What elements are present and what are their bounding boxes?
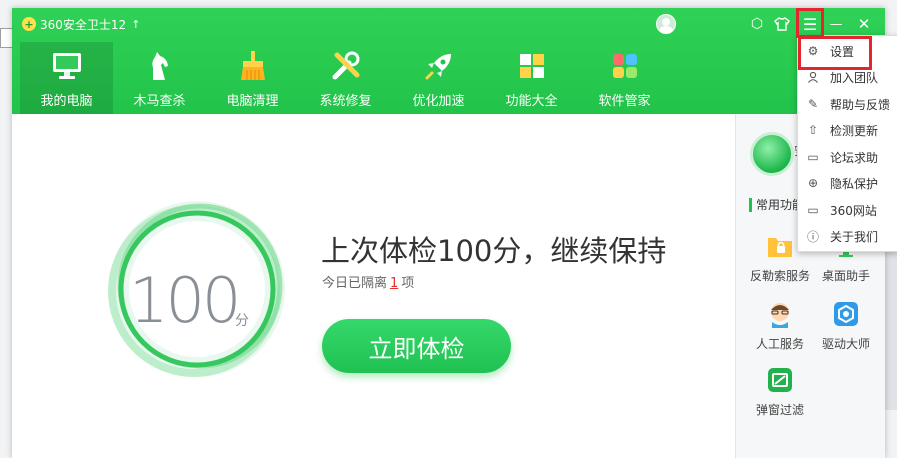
popup-filter-icon	[766, 366, 794, 394]
menu-item-about-us[interactable]: ⓘ 关于我们	[798, 223, 897, 249]
tool-label: 人工服务	[755, 337, 804, 351]
menu-item-label: 关于我们	[830, 229, 879, 244]
tool-human-service[interactable]: 人工服务	[748, 300, 812, 352]
tool-label: 桌面助手	[821, 269, 870, 283]
nav-label: 软件管家	[598, 94, 651, 109]
nav-label: 功能大全	[505, 94, 558, 109]
header-bar: + 360安全卫士12 ↑ ⬡ ☰ — ✕ 我的电脑 木马查杀 电脑清理 系统修…	[12, 8, 885, 114]
user-avatar[interactable]	[656, 14, 676, 34]
menu-item-label: 隐私保护	[830, 176, 879, 191]
update-arrow-icon: ⇧	[807, 123, 819, 137]
highlight-settings-item	[798, 36, 872, 70]
monitor-small-icon: ▭	[807, 203, 819, 217]
agent-icon	[766, 300, 794, 328]
start-checkup-button[interactable]: 立即体检	[322, 319, 511, 373]
menu-item-label: 加入团队	[830, 70, 879, 85]
grid-icon	[515, 50, 549, 82]
nav-cleanup[interactable]: 电脑清理	[206, 42, 299, 114]
person-icon	[806, 70, 820, 84]
skin-icon[interactable]: ⬡	[747, 12, 767, 36]
common-functions-label: 常用功能	[749, 198, 804, 212]
monitor-icon	[50, 50, 84, 82]
broom-icon	[236, 50, 270, 82]
folder-lock-icon	[766, 232, 794, 260]
pencil-icon: ✎	[807, 97, 819, 111]
main-nav: 我的电脑 木马查杀 电脑清理 系统修复 优化加速 功能大全 软件管家	[20, 42, 671, 114]
info-icon: ⓘ	[806, 229, 819, 244]
nav-my-computer[interactable]: 我的电脑	[20, 42, 113, 114]
menu-item-check-update[interactable]: ⇧ 检测更新	[798, 117, 897, 143]
isolation-suffix: 项	[401, 276, 415, 291]
main-panel: 100 分 上次体检100分，继续保持 今日已隔离 1 项 立即体检	[12, 114, 735, 458]
checkup-headline: 上次体检100分，继续保持	[321, 234, 667, 268]
highlight-menu-button	[796, 8, 824, 38]
nav-software-manager[interactable]: 软件管家	[578, 42, 671, 114]
menu-item-360-website[interactable]: ▭ 360网站	[798, 197, 897, 223]
nav-label: 木马查杀	[133, 94, 186, 109]
app-logo-icon: +	[22, 17, 36, 31]
shield-icon: ⊕	[807, 176, 819, 190]
nav-label: 电脑清理	[226, 94, 279, 109]
nav-label: 我的电脑	[40, 94, 93, 109]
nav-system-repair[interactable]: 系统修复	[299, 42, 392, 114]
guard-shield-icon[interactable]	[750, 132, 794, 176]
score-value: 100	[129, 264, 241, 337]
menu-item-label: 论坛求助	[830, 150, 879, 165]
menu-item-label: 帮助与反馈	[830, 97, 891, 112]
app-title: 360安全卫士12	[40, 17, 127, 32]
score-unit: 分	[235, 313, 249, 329]
forum-icon: ▭	[807, 150, 819, 164]
driver-icon	[832, 300, 860, 328]
isolation-count[interactable]: 1	[390, 276, 398, 291]
rocket-icon	[422, 50, 456, 82]
menu-item-privacy[interactable]: ⊕ 隐私保护	[798, 170, 897, 196]
upgrade-arrow-icon[interactable]: ↑	[131, 18, 140, 31]
isolation-status: 今日已隔离 1 项	[322, 272, 414, 291]
puzzle-icon	[608, 50, 642, 82]
tool-label: 反勒索服务	[749, 269, 810, 283]
tool-label: 驱动大师	[821, 337, 870, 351]
menu-item-forum-help[interactable]: ▭ 论坛求助	[798, 144, 897, 170]
menu-item-label: 360网站	[830, 203, 877, 218]
nav-label: 优化加速	[412, 94, 465, 109]
horse-icon	[143, 50, 177, 82]
close-icon[interactable]: ✕	[854, 12, 874, 36]
menu-item-label: 检测更新	[830, 123, 879, 138]
nav-all-features[interactable]: 功能大全	[485, 42, 578, 114]
main-window: + 360安全卫士12 ↑ ⬡ ☰ — ✕ 我的电脑 木马查杀 电脑清理 系统修…	[12, 8, 885, 458]
nav-optimize[interactable]: 优化加速	[392, 42, 485, 114]
tool-driver-master[interactable]: 驱动大师	[814, 300, 878, 352]
minimize-icon[interactable]: —	[826, 12, 846, 36]
title-bar: + 360安全卫士12 ↑	[22, 15, 140, 33]
isolation-prefix: 今日已隔离	[322, 276, 388, 291]
menu-item-help-feedback[interactable]: ✎ 帮助与反馈	[798, 91, 897, 117]
tool-label: 弹窗过滤	[755, 403, 804, 417]
tools-icon	[329, 50, 363, 82]
nav-trojan-scan[interactable]: 木马查杀	[113, 42, 206, 114]
tool-popup-filter[interactable]: 弹窗过滤	[748, 366, 812, 418]
nav-label: 系统修复	[319, 94, 372, 109]
theme-shirt-icon[interactable]	[772, 12, 792, 36]
